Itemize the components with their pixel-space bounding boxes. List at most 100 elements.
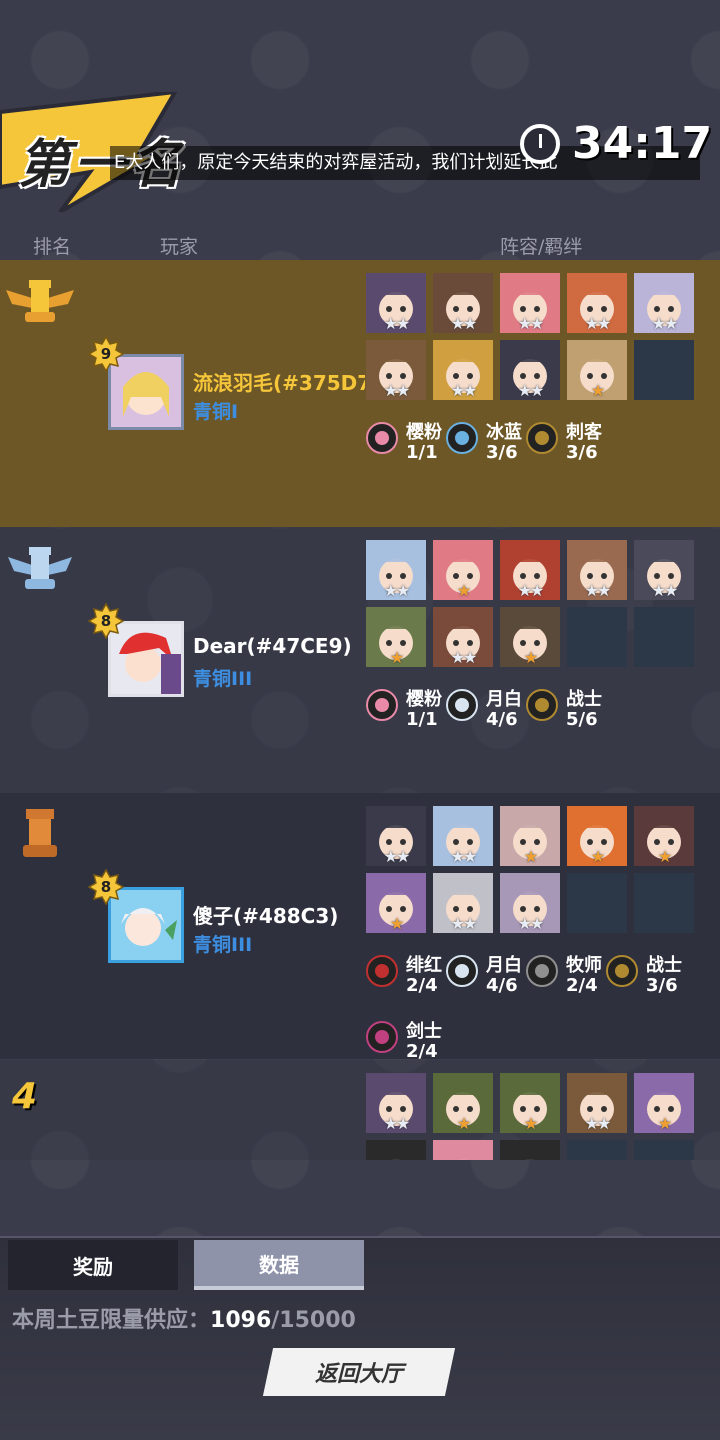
hero-portrait[interactable]: ★ — [500, 607, 560, 667]
col-player: 玩家 — [160, 236, 199, 258]
empty-hero-slot — [634, 340, 694, 400]
hero-portrait[interactable]: ★★ — [366, 340, 426, 400]
star-rating: ★ — [456, 1114, 471, 1133]
ranking-row-4[interactable]: 4 ★★ ★ ★ ★★ ★ — [0, 1060, 720, 1160]
star-rating: ★★ — [383, 581, 411, 600]
clock-icon — [520, 123, 560, 164]
synergy-name: 战士 — [646, 955, 682, 976]
tab-data[interactable]: 数据 — [194, 1240, 364, 1290]
hero-portrait[interactable]: ★ — [634, 1073, 694, 1133]
star-rating: ★★ — [517, 381, 545, 400]
hero-portrait[interactable]: ★★ — [366, 1073, 426, 1133]
hero-portrait[interactable] — [433, 1140, 493, 1160]
hero-face — [500, 1140, 560, 1160]
moon-icon — [446, 955, 478, 987]
snowflake-icon — [446, 422, 478, 454]
star-rating: ★★ — [584, 1114, 612, 1133]
synergy-item[interactable]: 冰蓝 3/6 — [446, 420, 536, 472]
hero-lineup: ★★ ★★ ★ ★ ★ ★ ★★ ★★ — [366, 806, 696, 933]
hero-portrait[interactable]: ★ — [366, 607, 426, 667]
ranking-row-2[interactable]: 8 Dear(#47CE9) 青铜III ★★ ★ ★★ ★★ ★★ ★ ★★ ★ 樱粉 1/1… — [0, 527, 720, 793]
synergy-count: 4/6 — [486, 975, 518, 996]
hero-portrait[interactable]: ★★ — [433, 340, 493, 400]
hero-portrait[interactable]: ★★ — [567, 540, 627, 600]
hero-face — [433, 1140, 493, 1160]
star-rating: ★★ — [584, 581, 612, 600]
synergy-item[interactable]: 月白 4/6 — [446, 687, 536, 739]
return-lobby-button[interactable]: 返回大厅 — [262, 1348, 456, 1396]
hero-portrait[interactable]: ★★ — [366, 806, 426, 866]
hero-portrait[interactable]: ★ — [366, 873, 426, 933]
player-avatar[interactable]: 8 — [88, 869, 184, 963]
return-lobby-label: 返回大厅 — [314, 1362, 403, 1387]
hero-portrait[interactable]: ★★ — [433, 873, 493, 933]
tab-reward[interactable]: 奖励 — [8, 1240, 178, 1290]
synergy-item[interactable]: 刺客 3/6 — [526, 420, 616, 472]
hero-portrait[interactable]: ★★ — [500, 340, 560, 400]
hero-portrait[interactable]: ★★ — [366, 273, 426, 333]
rank-number: 4 — [12, 1076, 38, 1117]
star-rating: ★★ — [584, 314, 612, 333]
star-rating: ★ — [590, 381, 605, 400]
hero-portrait[interactable]: ★★ — [567, 1073, 627, 1133]
synergy-item[interactable]: 战士 3/6 — [606, 953, 696, 1005]
col-lineup: 阵容/羁绊 — [500, 236, 583, 258]
hero-portrait[interactable]: ★★ — [634, 273, 694, 333]
hero-portrait[interactable]: ★★ — [433, 607, 493, 667]
synergy-name: 月白 — [486, 689, 522, 710]
hero-portrait[interactable]: ★ — [500, 1073, 560, 1133]
star-rating: ★★ — [517, 914, 545, 933]
star-rating: ★★ — [450, 914, 478, 933]
hero-portrait[interactable]: ★ — [500, 806, 560, 866]
hero-portrait[interactable]: ★ — [567, 340, 627, 400]
hero-portrait[interactable]: ★★ — [500, 273, 560, 333]
synergy-item[interactable]: 樱粉 1/1 — [366, 420, 456, 472]
synergy-item[interactable]: 战士 5/6 — [526, 687, 616, 739]
player-avatar[interactable]: 9 — [88, 336, 184, 430]
star-rating: ★★ — [450, 648, 478, 667]
hero-portrait[interactable]: ★★ — [567, 273, 627, 333]
player-tier: 青铜III — [193, 934, 253, 956]
hero-portrait[interactable]: ★★ — [433, 806, 493, 866]
synergy-item[interactable]: 樱粉 1/1 — [366, 687, 456, 739]
hero-portrait[interactable] — [500, 1140, 560, 1160]
hero-lineup: ★★ ★★ ★★ ★★ ★★ ★★ ★★ ★★ ★ — [366, 273, 696, 400]
synergy-item[interactable]: 绯红 2/4 — [366, 953, 456, 1005]
empty-hero-slot — [634, 1140, 694, 1160]
synergy-count: 3/6 — [566, 442, 598, 463]
col-rank: 排名 — [33, 236, 72, 258]
hero-portrait[interactable]: ★★ — [366, 540, 426, 600]
hero-portrait[interactable]: ★★ — [433, 273, 493, 333]
hero-portrait[interactable]: ★★ — [634, 540, 694, 600]
potato-label: 本周土豆限量供应： — [12, 1308, 211, 1333]
potato-total: /15000 — [271, 1308, 356, 1333]
level-badge — [88, 603, 124, 639]
hero-portrait[interactable]: ★ — [567, 806, 627, 866]
hero-portrait[interactable]: ★ — [433, 1073, 493, 1133]
synergy-name: 樱粉 — [406, 422, 442, 443]
hero-portrait[interactable]: ★ — [634, 806, 694, 866]
hero-lineup: ★★ ★ ★★ ★★ ★★ ★ ★★ ★ — [366, 540, 696, 667]
star-rating: ★★ — [651, 314, 679, 333]
ranking-row-1[interactable]: 9 流浪羽毛(#375D77 青铜I ★★★★★★★★★★★★★★★★★ 樱粉1… — [0, 260, 720, 527]
hero-portrait[interactable]: ★★ — [500, 540, 560, 600]
synergy-item[interactable]: 月白 4/6 — [446, 953, 536, 1005]
synergy-count: 3/6 — [646, 975, 678, 996]
moon-icon — [446, 689, 478, 721]
player-name: 流浪羽毛(#375D77 — [193, 371, 365, 395]
empty-hero-slot — [567, 607, 627, 667]
hero-portrait[interactable] — [366, 1140, 426, 1160]
synergy-name: 剑士 — [406, 1021, 442, 1042]
synergy-name: 战士 — [566, 689, 602, 710]
ranking-row-3[interactable]: 8 傻子(#488C3) 青铜III ★★ ★★ ★ ★ ★ ★ ★★ ★★ 绯红 2/4 月白 4… — [0, 793, 720, 1062]
star-rating: ★★ — [450, 314, 478, 333]
star-rating: ★ — [389, 914, 404, 933]
star-rating: ★★ — [383, 381, 411, 400]
player-avatar[interactable]: 8 — [88, 603, 184, 697]
star-rating: ★★ — [651, 581, 679, 600]
synergy-item[interactable]: 牧师 2/4 — [526, 953, 616, 1005]
hero-portrait[interactable]: ★★ — [500, 873, 560, 933]
hero-portrait[interactable]: ★ — [433, 540, 493, 600]
announcement-text: E大人们，原定今天结束的对弈屋活动，我们计划延长此 — [114, 152, 558, 173]
player-name: Dear(#47CE9) — [193, 634, 352, 658]
